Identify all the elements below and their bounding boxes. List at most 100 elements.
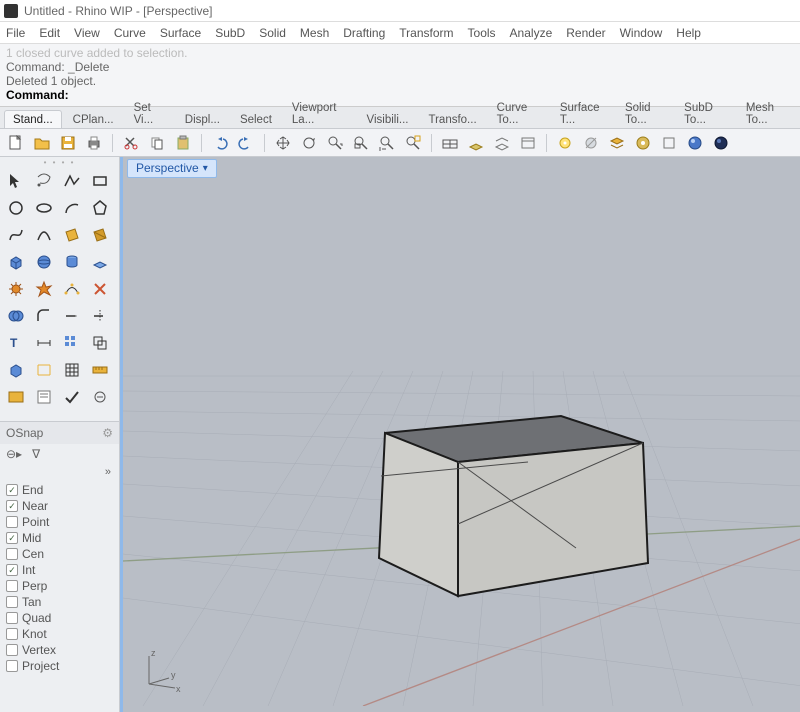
- interp-curve-icon[interactable]: [32, 223, 56, 247]
- menu-transform[interactable]: Transform: [399, 26, 453, 40]
- rotate-view-icon[interactable]: [299, 133, 319, 153]
- open-file-icon[interactable]: [32, 133, 52, 153]
- gear-tool-icon[interactable]: [4, 277, 28, 301]
- arc-icon[interactable]: [60, 196, 84, 220]
- tab-standard[interactable]: Stand...: [4, 110, 62, 128]
- tab-surface-tools[interactable]: Surface T...: [551, 98, 614, 128]
- osnap-tan-checkbox[interactable]: [6, 596, 18, 608]
- shade-icon[interactable]: [711, 133, 731, 153]
- osnap-project-checkbox[interactable]: [6, 660, 18, 672]
- zoom-selected-icon[interactable]: [403, 133, 423, 153]
- set-view-icon[interactable]: [518, 133, 538, 153]
- surface-corner-icon[interactable]: [60, 223, 84, 247]
- object-properties-icon[interactable]: [659, 133, 679, 153]
- osnap-vertex-checkbox[interactable]: [6, 644, 18, 656]
- fillet-icon[interactable]: [32, 304, 56, 328]
- polyline-icon[interactable]: [60, 169, 84, 193]
- properties-icon[interactable]: [633, 133, 653, 153]
- zoom-window-icon[interactable]: [351, 133, 371, 153]
- tab-display[interactable]: Displ...: [176, 110, 229, 128]
- ellipse-icon[interactable]: [32, 196, 56, 220]
- tab-viewport-layout[interactable]: Viewport La...: [283, 98, 356, 128]
- tab-select[interactable]: Select: [231, 110, 281, 128]
- menu-surface[interactable]: Surface: [160, 26, 201, 40]
- menu-render[interactable]: Render: [566, 26, 605, 40]
- array-icon[interactable]: [60, 331, 84, 355]
- cut-icon[interactable]: [121, 133, 141, 153]
- new-file-icon[interactable]: [6, 133, 26, 153]
- redo-icon[interactable]: [236, 133, 256, 153]
- tab-subd-tools[interactable]: SubD To...: [675, 98, 735, 128]
- tab-curve-tools[interactable]: Curve To...: [488, 98, 549, 128]
- hide-icon[interactable]: [581, 133, 601, 153]
- copy-icon[interactable]: [147, 133, 167, 153]
- menu-subd[interactable]: SubD: [215, 26, 245, 40]
- menu-tools[interactable]: Tools: [468, 26, 496, 40]
- trim-icon[interactable]: [88, 304, 112, 328]
- tab-solid-tools[interactable]: Solid To...: [616, 98, 673, 128]
- tab-mesh-tools[interactable]: Mesh To...: [737, 98, 796, 128]
- menu-solid[interactable]: Solid: [259, 26, 286, 40]
- osnap-near-checkbox[interactable]: [6, 500, 18, 512]
- notes-icon[interactable]: [32, 385, 56, 409]
- text-tool-icon[interactable]: T: [4, 331, 28, 355]
- menu-help[interactable]: Help: [676, 26, 701, 40]
- render-icon[interactable]: [685, 133, 705, 153]
- osnap-perp-checkbox[interactable]: [6, 580, 18, 592]
- set-cplane-icon[interactable]: [466, 133, 486, 153]
- menu-analyze[interactable]: Analyze: [510, 26, 553, 40]
- loft-icon[interactable]: [32, 358, 56, 382]
- lasso-select-icon[interactable]: [32, 169, 56, 193]
- rectangle-icon[interactable]: [88, 169, 112, 193]
- perspective-viewport[interactable]: Perspective ▾: [120, 157, 800, 712]
- polygon-icon[interactable]: [88, 196, 112, 220]
- move-face-icon[interactable]: [4, 358, 28, 382]
- pointson-icon[interactable]: [60, 277, 84, 301]
- osnap-persistence-icon[interactable]: ⊖▸: [6, 447, 22, 461]
- open-toolbar-icon[interactable]: [4, 385, 28, 409]
- zoom-dynamic-icon[interactable]: [325, 133, 345, 153]
- menu-drafting[interactable]: Drafting: [343, 26, 385, 40]
- group-icon[interactable]: [88, 331, 112, 355]
- osnap-point-checkbox[interactable]: [6, 516, 18, 528]
- osnap-knot-checkbox[interactable]: [6, 628, 18, 640]
- layers-icon[interactable]: [607, 133, 627, 153]
- pointer-tool-icon[interactable]: [4, 169, 28, 193]
- circle-icon[interactable]: [4, 196, 28, 220]
- cylinder-icon[interactable]: [60, 250, 84, 274]
- osnap-int-checkbox[interactable]: [6, 564, 18, 576]
- boolean-union-icon[interactable]: [4, 304, 28, 328]
- tab-cplanes[interactable]: CPlan...: [64, 110, 123, 128]
- sphere-icon[interactable]: [32, 250, 56, 274]
- box-icon[interactable]: [4, 250, 28, 274]
- tab-set-view[interactable]: Set Vi...: [125, 98, 174, 128]
- check-icon[interactable]: [60, 385, 84, 409]
- zoom-extents-icon[interactable]: [377, 133, 397, 153]
- paste-icon[interactable]: [173, 133, 193, 153]
- tab-transform[interactable]: Transfo...: [420, 110, 486, 128]
- osnap-settings-icon[interactable]: ⚙: [102, 426, 113, 440]
- osnap-quad-checkbox[interactable]: [6, 612, 18, 624]
- explode-icon[interactable]: [32, 277, 56, 301]
- pan-icon[interactable]: [273, 133, 293, 153]
- osnap-collapse-icon[interactable]: »: [105, 466, 111, 478]
- options-icon[interactable]: [88, 385, 112, 409]
- menu-file[interactable]: File: [6, 26, 25, 40]
- osnap-cen-checkbox[interactable]: [6, 548, 18, 560]
- menu-mesh[interactable]: Mesh: [300, 26, 329, 40]
- menu-curve[interactable]: Curve: [114, 26, 146, 40]
- print-icon[interactable]: [84, 133, 104, 153]
- undo-icon[interactable]: [210, 133, 230, 153]
- undo-view-icon[interactable]: [440, 133, 460, 153]
- osnap-mid-checkbox[interactable]: [6, 532, 18, 544]
- palette-grip[interactable]: • • • •: [0, 157, 119, 167]
- save-icon[interactable]: [58, 133, 78, 153]
- dimension-icon[interactable]: [32, 331, 56, 355]
- grid-icon[interactable]: [60, 358, 84, 382]
- delete-tool-icon[interactable]: [88, 277, 112, 301]
- plane-icon[interactable]: [88, 250, 112, 274]
- menu-window[interactable]: Window: [620, 26, 663, 40]
- osnap-end-checkbox[interactable]: [6, 484, 18, 496]
- menu-view[interactable]: View: [74, 26, 100, 40]
- curve-icon[interactable]: [4, 223, 28, 247]
